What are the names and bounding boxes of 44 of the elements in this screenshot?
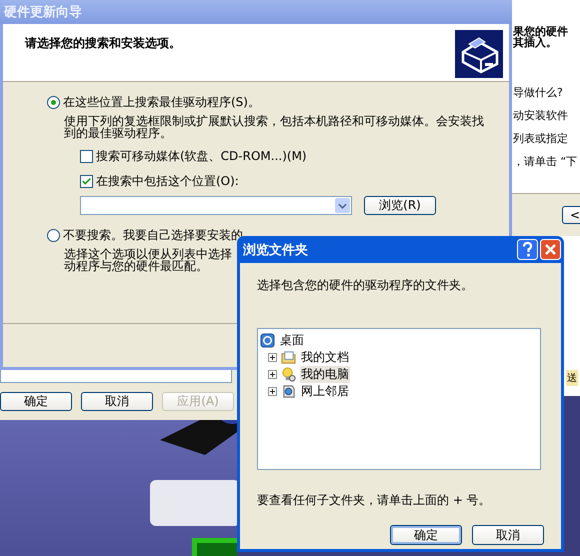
option-label[interactable]: 在这些位置上搜索最佳驱动程序(S)。 — [63, 94, 260, 111]
tree-item[interactable]: 桌面 — [279, 332, 305, 348]
tree-item[interactable]: 我的电脑 — [300, 366, 350, 382]
body-text: 列表或指定 — [513, 132, 569, 145]
location-combo-box[interactable] — [80, 196, 352, 215]
back-button[interactable]: < — [562, 206, 580, 224]
checkbox[interactable] — [80, 150, 93, 163]
desktop-icon — [260, 332, 275, 348]
option-description: 到的最佳驱动程序。 — [64, 127, 172, 139]
network-icon — [281, 384, 296, 398]
checkbox[interactable] — [80, 175, 93, 188]
option-description: 动程序与您的硬件最匹配。 — [64, 260, 208, 272]
tree-item[interactable]: 我的文档 — [300, 348, 350, 366]
tree-item[interactable]: 网上邻居 — [300, 382, 350, 400]
dialog-button[interactable]: 取消 — [81, 392, 153, 411]
window-title: 浏览文件夹 — [243, 242, 308, 258]
hardware-drive-icon — [455, 30, 503, 78]
expand-icon[interactable] — [268, 386, 277, 396]
help-icon[interactable] — [517, 239, 538, 260]
radio-button[interactable] — [47, 96, 60, 109]
prompt-text: 选择包含您的硬件的驱动程序的文件夹。 — [257, 277, 474, 294]
heading-text: 果您的硬件 — [513, 26, 569, 37]
page-heading: 请选择您的搜索和安装选项。 — [25, 35, 181, 52]
hint-text: 要查看任何子文件夹，请单击上面的 + 号。 — [257, 492, 492, 509]
checkbox-label[interactable]: 在搜索中包括这个位置(O): — [96, 173, 239, 190]
close-icon[interactable] — [540, 239, 561, 260]
dialog-button[interactable]: 取消 — [472, 525, 544, 545]
dialog-button[interactable]: 确定 — [390, 525, 462, 545]
folder-icon — [281, 350, 296, 364]
heading-text: 其插入。 — [513, 37, 557, 48]
text-field[interactable] — [0, 369, 232, 383]
body-text: ，请单击 “下 — [513, 155, 578, 168]
body-text: 动安装软件 — [513, 109, 569, 122]
browse-button[interactable]: 浏览(R) — [364, 196, 436, 215]
checkbox-label[interactable]: 搜索可移动媒体(软盘、CD-ROM...)(M) — [96, 148, 307, 165]
expand-icon[interactable] — [268, 352, 277, 362]
radio-button[interactable] — [47, 229, 60, 242]
expand-icon[interactable] — [268, 370, 277, 378]
body-text: 导做什么? — [513, 86, 564, 99]
option-description: 选择这个选项以便从列表中选择 — [64, 248, 232, 260]
window-title: 硬件更新向导 — [4, 4, 82, 21]
option-description: 使用下列的复选框限制或扩展默认搜索，包括本机路径和可移动媒体。会安装找 — [64, 115, 484, 127]
status-text: 送 — [566, 370, 578, 386]
dialog-button[interactable]: 确定 — [0, 392, 72, 411]
